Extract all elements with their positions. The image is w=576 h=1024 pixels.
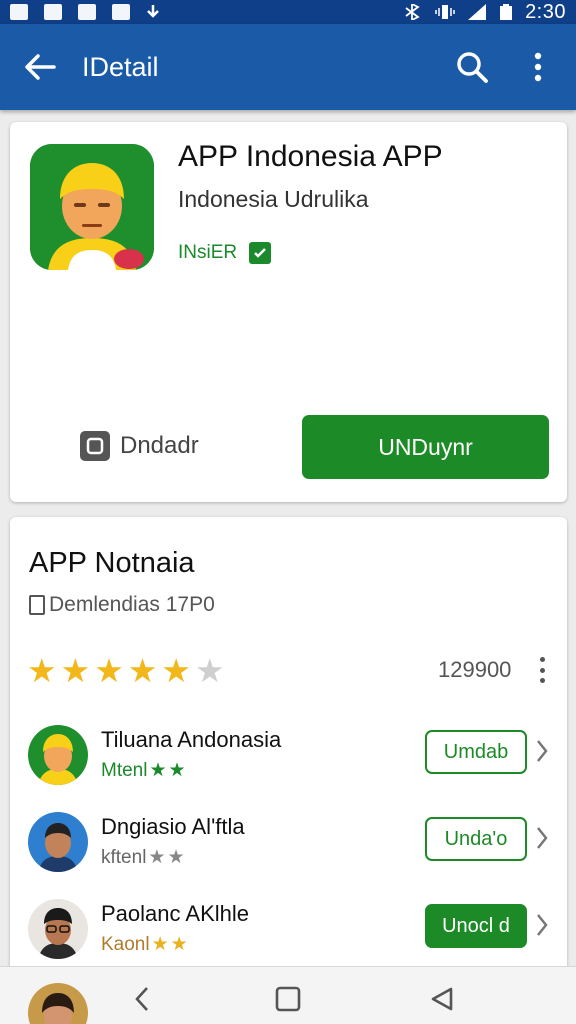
rating-more-button[interactable] (532, 655, 552, 685)
search-icon (457, 52, 488, 83)
open-icon (80, 431, 110, 461)
page-title: IDetail (82, 51, 159, 82)
battery-icon (500, 4, 513, 20)
star-icon: ★ (151, 934, 169, 955)
list-item-subtitle: kftenl ★ ★ (101, 846, 185, 869)
list-item[interactable]: Dngiasio Al'ftla kftenl ★ ★ Unda'o (10, 802, 567, 884)
check-icon (249, 242, 272, 264)
nav-recents-button[interactable] (422, 979, 462, 1019)
list-item-sub-label: kftenl (101, 846, 147, 868)
vibrate-icon (435, 5, 455, 19)
star-icon: ★ (168, 760, 186, 781)
star-icon: ★ (27, 652, 57, 689)
list-item-subtitle: Mtenl ★ ★ (101, 759, 186, 782)
avatar (28, 899, 88, 959)
app-name: APP Indonesia APP (178, 140, 443, 173)
star-icon: ★ (167, 847, 185, 868)
avatar[interactable] (28, 983, 88, 1024)
dot-icon (539, 667, 545, 673)
star-icon: ★ (161, 652, 191, 689)
search-button[interactable] (448, 43, 496, 91)
install-button[interactable]: UNDuynr (302, 415, 549, 479)
section-subtitle: Demlendias 17P0 (29, 593, 215, 617)
avatar (28, 812, 88, 872)
clock: 2:30 (525, 0, 566, 23)
section-title: APP Notnaia (29, 547, 195, 579)
back-button[interactable] (16, 43, 64, 91)
star-icon: ★ (60, 652, 91, 689)
dot-icon (539, 678, 545, 683)
chevron-right-icon[interactable] (535, 824, 549, 852)
list-item-sub-label: Kaonl (101, 933, 150, 955)
notification-icons (10, 4, 160, 20)
chevron-right-icon[interactable] (535, 737, 549, 765)
status-bar: 2:30 (0, 0, 576, 24)
list-item[interactable]: Tiluana Andonasia Mtenl ★ ★ Umdab (10, 715, 567, 797)
secondary-action-label: Dndadr (120, 432, 199, 459)
list-item-install-button[interactable]: Unda'o (425, 817, 527, 861)
more-options-button[interactable] (514, 43, 562, 91)
list-item-title: Tiluana Andonasia (101, 727, 282, 752)
star-icon: ★ (148, 847, 166, 868)
app-icon (30, 144, 154, 270)
list-item-install-button[interactable]: Unocl d (425, 904, 527, 948)
download-icon (147, 5, 159, 18)
app-bar: IDetail (0, 24, 576, 110)
triangle-back-icon (431, 987, 453, 1011)
list-item-sub-label: Mtenl (101, 759, 148, 781)
document-icon (29, 595, 45, 615)
avatar (28, 725, 88, 785)
star-icon: ★ (170, 934, 188, 955)
list-item-subtitle: Kaonl ★ ★ (101, 933, 188, 956)
rating-count: 129900 (438, 657, 512, 682)
list-item-title: Dngiasio Al'ftla (101, 814, 245, 839)
dot-icon (539, 657, 545, 662)
more-vert-icon (534, 52, 542, 82)
subtitle-text: Demlendias 17P0 (49, 593, 215, 616)
gmail-icon (10, 4, 28, 20)
shield-icon (112, 4, 130, 20)
list-item-title: Paolanc AKlhle (101, 901, 249, 926)
link-icon (78, 4, 96, 20)
arrow-left-icon (25, 54, 56, 80)
square-icon (275, 986, 301, 1012)
badge-row: INsiER (178, 242, 272, 264)
list-item-install-button[interactable]: Umdab (425, 730, 527, 774)
secondary-action-button[interactable]: Dndadr (80, 422, 199, 470)
person-avatar-icon (30, 144, 154, 270)
list-item[interactable]: Paolanc AKlhle Kaonl ★ ★ Unocl d (10, 889, 567, 971)
image-icon (44, 4, 62, 20)
nav-back-button[interactable] (122, 979, 162, 1019)
chevron-right-icon[interactable] (535, 911, 549, 939)
app-header-card: APP Indonesia APP Indonesia Udrulika INs… (10, 122, 567, 502)
bluetooth-icon (405, 4, 420, 20)
chevron-left-icon (135, 987, 148, 1011)
star-icon: ★ (127, 652, 158, 689)
developer-name[interactable]: Indonesia Udrulika (178, 186, 369, 213)
system-nav-bar (0, 966, 576, 1024)
signal-icon (468, 4, 487, 20)
rating-stars: ★ ★ ★ ★ ★ ★ (27, 653, 225, 689)
nav-home-button[interactable] (268, 979, 308, 1019)
star-empty-icon: ★ (194, 652, 225, 689)
editor-badge: INsiER (178, 242, 238, 263)
app-info-card: APP Notnaia Demlendias 17P0 ★ ★ ★ ★ ★ ★ … (10, 517, 567, 987)
star-icon: ★ (94, 652, 124, 689)
star-icon: ★ (149, 760, 167, 781)
